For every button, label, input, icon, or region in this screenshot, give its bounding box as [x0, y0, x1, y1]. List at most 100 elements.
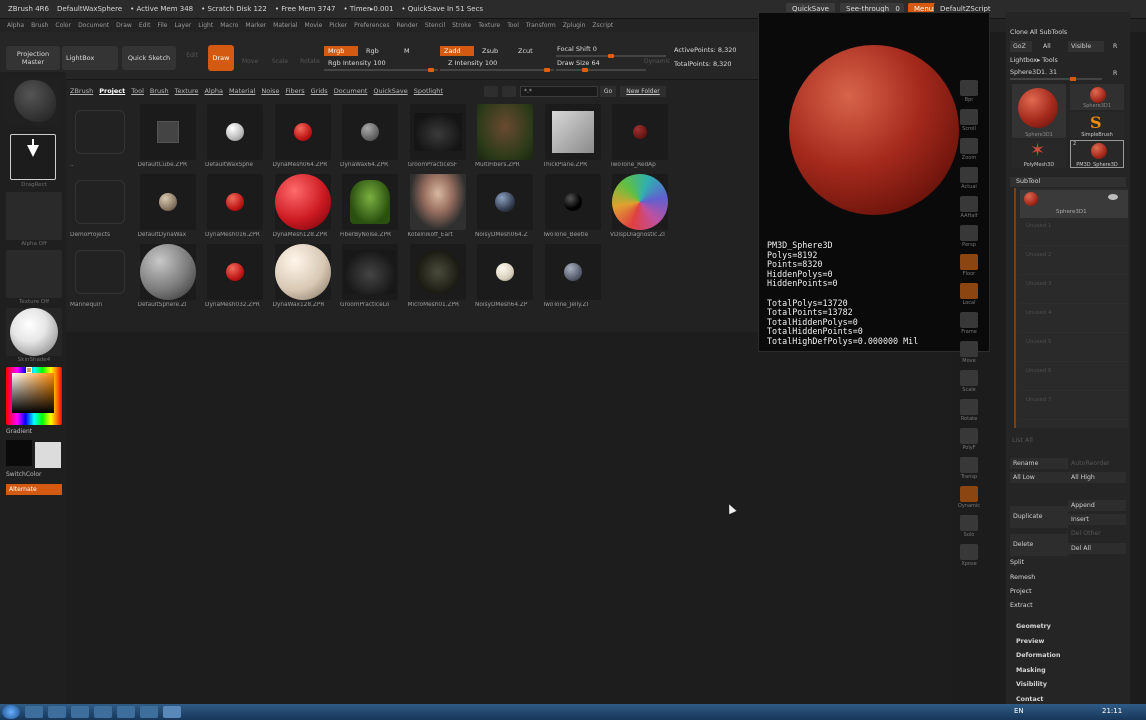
extract-button[interactable]: Extract — [1010, 601, 1126, 611]
lightbox-tab-grids[interactable]: Grids — [311, 87, 328, 97]
menu-light[interactable]: Light — [198, 22, 213, 29]
split-button[interactable]: Split — [1010, 558, 1126, 568]
stroke-thumbnail[interactable] — [10, 134, 56, 180]
edit-button[interactable]: Edit — [182, 52, 202, 59]
section-visibility[interactable]: Visibility — [1010, 680, 1126, 690]
section-masking[interactable]: Masking — [1010, 666, 1126, 676]
language-indicator[interactable]: EN — [1014, 707, 1024, 715]
lightbox-item[interactable]: DefaultDynaWax — [138, 174, 198, 242]
goz-button[interactable]: GoZ — [1010, 41, 1032, 52]
taskbar-app2-icon[interactable] — [117, 706, 135, 718]
shelf-transp-button[interactable]: Transp — [957, 457, 981, 483]
subtool-slot[interactable]: Unused 3 — [1020, 278, 1128, 304]
menu-document[interactable]: Document — [78, 22, 109, 29]
lightbox-item[interactable]: FiberByNoise.ZPR — [340, 174, 400, 242]
lightbox-item[interactable]: DynaWax64.ZPR — [340, 104, 400, 172]
draw-size-track[interactable] — [556, 68, 646, 72]
visible-button[interactable]: Visible — [1068, 41, 1104, 52]
del-all-button[interactable]: Del All — [1068, 543, 1126, 554]
lightbox-item[interactable]: DemoProjects — [70, 174, 130, 242]
clone-all-subtools-button[interactable]: Clone All SubTools — [1010, 28, 1126, 38]
lightbox-item[interactable]: DefaultCube.ZPR — [138, 104, 198, 172]
lightbox-item[interactable]: DefaultSphere.ZI — [138, 244, 198, 312]
taskbar-ie-icon[interactable] — [71, 706, 89, 718]
shelf-solo-button[interactable]: Solo — [957, 515, 981, 541]
menu-file[interactable]: File — [157, 22, 167, 29]
menu-tool[interactable]: Tool — [507, 22, 519, 29]
scale-button[interactable]: Scale — [270, 58, 290, 65]
current-tool-slider[interactable]: Sphere3D1. 31 — [1010, 68, 1126, 78]
lightbox-tab-texture[interactable]: Texture — [175, 87, 199, 97]
menu-draw[interactable]: Draw — [116, 22, 132, 29]
section-deformation[interactable]: Deformation — [1010, 651, 1126, 661]
lightbox-new-folder-button[interactable]: New Folder — [620, 86, 666, 97]
lightbox-item[interactable]: DynaMesh064.ZPR — [273, 104, 333, 172]
menu-material[interactable]: Material — [273, 22, 297, 29]
menu-zplugin[interactable]: Zplugin — [563, 22, 586, 29]
subtool-slot[interactable]: Unused 6 — [1020, 365, 1128, 391]
shelf-local-button[interactable]: Local — [957, 283, 981, 309]
material-thumbnail[interactable] — [6, 308, 62, 356]
draw-size-slider[interactable]: Draw Size 64 — [553, 58, 604, 68]
shelf-zoom-button[interactable]: Zoom — [957, 138, 981, 164]
menu-preferences[interactable]: Preferences — [354, 22, 389, 29]
lightbox-item[interactable]: GroomPracticeSF — [408, 104, 468, 172]
lightbox-item[interactable]: ThickPlane.ZPR — [543, 104, 603, 172]
lightbox-item[interactable]: VDispDiagnostic.ZI — [610, 174, 670, 242]
lightbox-item[interactable]: TwoTone_Jelly.ZI — [543, 244, 603, 312]
move-button[interactable]: Move — [240, 58, 260, 65]
rgb-intensity-track[interactable] — [324, 68, 438, 72]
lightbox-tab-noise[interactable]: Noise — [261, 87, 279, 97]
gradient-label[interactable]: Gradient — [6, 428, 62, 435]
mrgb-button[interactable]: Mrgb — [324, 46, 358, 56]
lightbox-item[interactable]: NoisyDMesh64.ZP — [475, 244, 535, 312]
menu-transform[interactable]: Transform — [526, 22, 556, 29]
shelf-persp-button[interactable]: Persp — [957, 225, 981, 251]
lightbox-tab-document[interactable]: Document — [334, 87, 368, 97]
lightbox-nav-forward-icon[interactable] — [502, 86, 516, 97]
shelf-actual-button[interactable]: Actual — [957, 167, 981, 193]
taskbar-chrome-icon[interactable] — [48, 706, 66, 718]
shelf-dynamic-button[interactable]: Dynamic — [957, 486, 981, 512]
z-intensity-track[interactable] — [440, 68, 554, 72]
taskbar-app3-icon[interactable] — [140, 706, 158, 718]
menu-movie[interactable]: Movie — [305, 22, 323, 29]
lightbox-item[interactable]: DynaMesh016.ZPR — [205, 174, 265, 242]
menu-zscript[interactable]: Zscript — [592, 22, 613, 29]
focal-shift-track[interactable] — [556, 54, 666, 58]
subtool-header[interactable]: SubTool — [1010, 177, 1126, 187]
lightbox-tab-quicksave[interactable]: QuickSave — [373, 87, 407, 97]
lightbox-tab-material[interactable]: Material — [229, 87, 255, 97]
start-button-icon[interactable] — [2, 705, 20, 719]
subtool-slot[interactable]: Unused 5 — [1020, 336, 1128, 362]
eye-icon[interactable] — [1108, 194, 1118, 200]
main-color-swatch[interactable] — [6, 440, 32, 466]
secondary-color-swatch[interactable] — [35, 442, 61, 468]
shelf-frame-button[interactable]: Frame — [957, 312, 981, 338]
r-button[interactable]: R — [1110, 41, 1124, 52]
menu-layer[interactable]: Layer — [175, 22, 192, 29]
r2-button[interactable]: R — [1110, 68, 1124, 79]
lightbox-tab-project[interactable]: Project — [99, 87, 125, 97]
menu-macro[interactable]: Macro — [220, 22, 238, 29]
lightbox-go-button[interactable]: Go — [600, 86, 616, 97]
tool-thumb-sphere-large[interactable] — [1012, 84, 1066, 138]
rotate-button[interactable]: Rotate — [298, 58, 322, 65]
menu-stencil[interactable]: Stencil — [425, 22, 445, 29]
zadd-button[interactable]: Zadd — [440, 46, 474, 56]
projection-master-button[interactable]: Projection Master — [6, 46, 60, 70]
all-high-button[interactable]: All High — [1068, 472, 1126, 483]
current-tool-slider-track[interactable] — [1010, 77, 1102, 81]
lightbox-tab-brush[interactable]: Brush — [150, 87, 169, 97]
lightbox-item[interactable]: DynaMesh032.ZPR — [205, 244, 265, 312]
taskbar-explorer-icon[interactable] — [25, 706, 43, 718]
shelf-polyf-button[interactable]: PolyF — [957, 428, 981, 454]
autoreorder-button[interactable]: AutoReorder — [1068, 458, 1126, 469]
zcut-button[interactable]: Zcut — [514, 46, 537, 56]
lightbox-tab-fibers[interactable]: Fibers — [285, 87, 304, 97]
menu-color[interactable]: Color — [55, 22, 71, 29]
menu-stroke[interactable]: Stroke — [452, 22, 471, 29]
lightbox-tab-tool[interactable]: Tool — [131, 87, 144, 97]
lightbox-item[interactable]: GroomPracticeLo — [340, 244, 400, 312]
project-button[interactable]: Project — [1010, 587, 1126, 597]
